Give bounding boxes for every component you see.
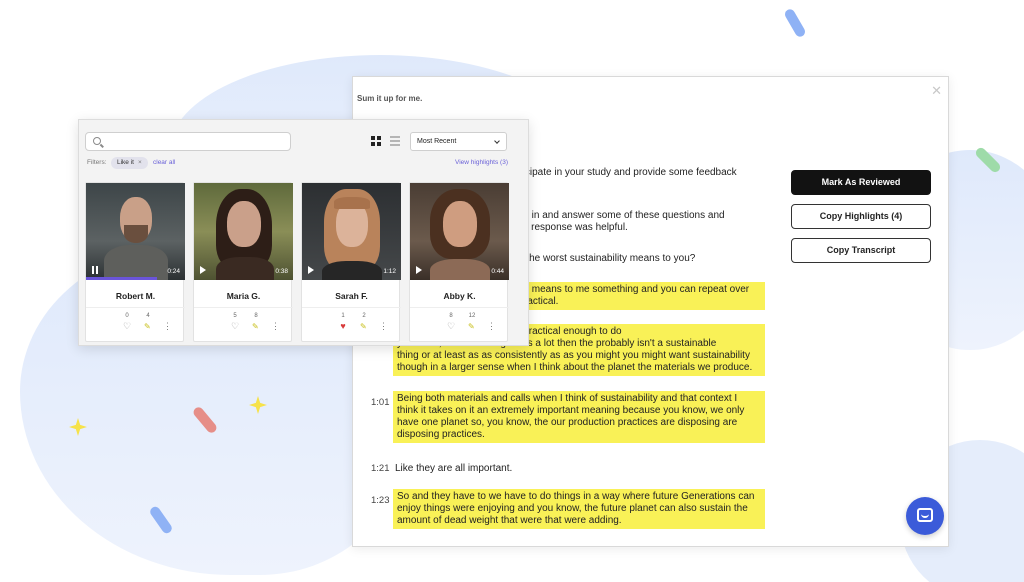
remove-filter-icon[interactable]: × (138, 159, 142, 166)
like-count: 0 (125, 313, 129, 319)
highlight-count: 2 (362, 313, 366, 319)
video-thumbnail[interactable]: 0:24 (86, 183, 185, 280)
search-box[interactable] (85, 132, 291, 151)
more-options-icon[interactable]: ⋮ (271, 322, 280, 332)
transcript-line: Like they are all important. (395, 463, 513, 474)
highlighted-passage[interactable]: Being both materials and calls when I th… (393, 391, 765, 443)
video-thumbnail[interactable]: 0:38 (194, 183, 293, 280)
participant-name: Sarah F. (335, 291, 368, 301)
heart-icon[interactable]: ♡ (230, 322, 240, 331)
close-icon[interactable]: ✕ (931, 83, 942, 99)
copy-highlights-button[interactable]: Copy Highlights (4) (791, 204, 931, 229)
action-buttons: Mark As Reviewed Copy Highlights (4) Cop… (791, 170, 931, 272)
playback-progress[interactable] (86, 277, 158, 280)
clear-all-link[interactable]: clear all (153, 159, 175, 166)
more-options-icon[interactable]: ⋮ (163, 322, 172, 332)
video-thumbnail[interactable]: 1:12 (302, 183, 401, 280)
question-prompt: Sum it up for me. (357, 94, 423, 103)
copy-transcript-button[interactable]: Copy Transcript (791, 238, 931, 263)
like-count: 5 (233, 313, 237, 319)
filter-chip-label: Like it (117, 159, 134, 166)
grid-view-icon[interactable] (371, 136, 381, 146)
chat-icon (917, 508, 933, 522)
video-duration: 1:12 (383, 268, 396, 275)
filters-label: Filters: (87, 159, 107, 166)
video-thumbnail[interactable]: 0:44 (410, 183, 509, 280)
heart-icon[interactable]: ♥ (338, 322, 348, 331)
heart-icon[interactable]: ♡ (122, 322, 132, 331)
list-view-icon[interactable] (390, 136, 400, 146)
sort-selected-label: Most Recent (417, 138, 457, 145)
more-options-icon[interactable]: ⋮ (487, 322, 496, 332)
participant-card[interactable]: 0:44 Abby K. 8 12 ♡ ✎ ⋮ (409, 182, 509, 342)
highlighter-icon[interactable]: ✎ (468, 323, 476, 331)
participant-card[interactable]: 0:24 Robert M. 0 4 ♡ ✎ ⋮ (85, 182, 185, 342)
confetti-ribbon (783, 7, 807, 39)
participant-name: Abby K. (443, 291, 476, 301)
sort-dropdown[interactable]: Most Recent (410, 132, 507, 151)
participant-card[interactable]: 1:12 Sarah F. 1 2 ♥ ✎ ⋮ (301, 182, 401, 342)
play-icon[interactable] (200, 266, 206, 274)
highlighter-icon[interactable]: ✎ (144, 323, 152, 331)
highlighted-passage[interactable]: So and they have to we have to do things… (393, 489, 765, 529)
timestamp[interactable]: 1:01 (371, 397, 393, 408)
search-icon (93, 137, 101, 145)
participant-name: Maria G. (226, 291, 261, 301)
play-icon[interactable] (416, 266, 422, 274)
pause-icon[interactable] (92, 266, 98, 274)
chevron-down-icon (494, 138, 500, 144)
search-input[interactable] (106, 135, 286, 149)
video-duration: 0:38 (275, 268, 288, 275)
highlighter-icon[interactable]: ✎ (360, 323, 368, 331)
play-icon[interactable] (308, 266, 314, 274)
transcript-line: es the worst sustainability means to you… (513, 253, 696, 264)
video-duration: 0:44 (491, 268, 504, 275)
timestamp[interactable]: 1:21 (371, 463, 393, 474)
like-count: 8 (449, 313, 453, 319)
participant-name: Robert M. (115, 291, 156, 301)
more-options-icon[interactable]: ⋮ (379, 322, 388, 332)
heart-icon[interactable]: ♡ (446, 322, 456, 331)
transcript-line: articipate in your study and provide som… (511, 167, 737, 178)
highlight-count: 4 (146, 313, 150, 319)
video-grid-window: Most Recent Filters: Like it × clear all … (78, 119, 529, 346)
view-highlights-link[interactable]: View highlights (3) (455, 159, 508, 166)
highlighter-icon[interactable]: ✎ (252, 323, 260, 331)
timestamp[interactable]: 1:23 (371, 495, 393, 506)
transcript-line: ght in and answer some of these question… (515, 210, 725, 221)
highlight-count: 12 (468, 313, 476, 319)
mark-reviewed-button[interactable]: Mark As Reviewed (791, 170, 931, 195)
like-count: 1 (341, 313, 345, 319)
filter-chip-like-it[interactable]: Like it × (111, 157, 148, 169)
video-duration: 0:24 (167, 268, 180, 275)
highlight-count: 8 (254, 313, 258, 319)
chat-launcher-button[interactable] (906, 497, 944, 535)
transcript-line: my response was helpful. (515, 222, 628, 233)
participant-card[interactable]: 0:38 Maria G. 5 8 ♡ ✎ ⋮ (193, 182, 293, 342)
highlighted-passage[interactable]: y means to me something and you can repe… (520, 282, 765, 310)
